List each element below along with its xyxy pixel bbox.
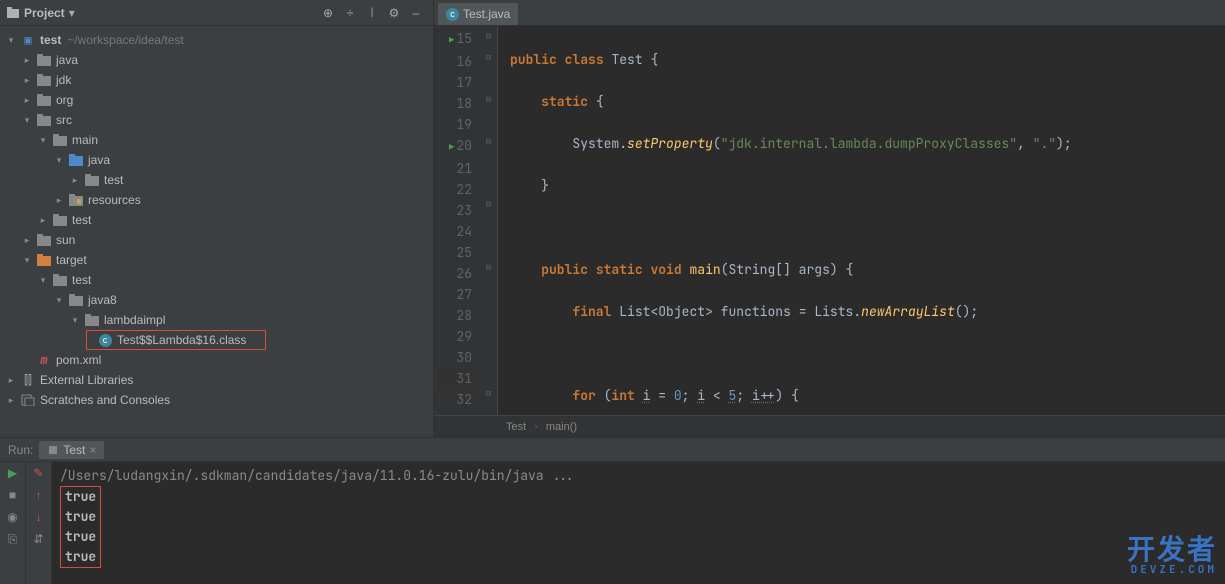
tree-item-test-dir[interactable]: ▸ test <box>0 210 433 230</box>
breadcrumb-method[interactable]: main() <box>546 421 577 433</box>
excluded-folder-icon <box>36 254 52 266</box>
hide-icon[interactable]: – <box>405 6 427 20</box>
project-dropdown-icon[interactable]: ▾ <box>69 6 75 20</box>
run-tools-left: ▶ ■ ◉ ⎘ <box>0 462 26 584</box>
project-tree[interactable]: ▾ ▣ test ~/workspace/idea/test ▸ java ▸ … <box>0 26 433 437</box>
folder-icon <box>68 294 84 306</box>
editor-tab-active[interactable]: c Test.java <box>438 3 518 25</box>
class-file-icon: c <box>97 334 113 347</box>
tree-root[interactable]: ▾ ▣ test ~/workspace/idea/test <box>0 30 433 50</box>
package-icon <box>84 174 100 186</box>
project-title: Project <box>24 6 65 20</box>
run-config-icon <box>47 444 59 456</box>
run-tab[interactable]: Test × <box>39 441 104 459</box>
rerun-icon[interactable]: ▶ <box>8 466 17 480</box>
expand-all-icon[interactable]: ÷ <box>339 6 361 20</box>
class-icon: c <box>446 8 459 21</box>
edit-icon[interactable]: ✎ <box>33 466 43 480</box>
folder-icon <box>84 314 100 326</box>
fold-gutter[interactable]: ⊟⊟ ⊟ ⊟ ⊟ ⊟ ⊟ <box>480 26 498 415</box>
tree-item-scratches[interactable]: ▸ Scratches and Consoles <box>0 390 433 410</box>
tree-item-lambdaimpl[interactable]: ▾ lambdaimpl <box>0 310 433 330</box>
folder-icon <box>36 54 52 66</box>
maven-icon: m <box>36 353 52 367</box>
tree-item-main[interactable]: ▾ main <box>0 130 433 150</box>
source-folder-icon <box>68 154 84 166</box>
run-tools-second: ✎ ↑ ↓ ⇵ <box>26 462 52 584</box>
tree-item-lambda-class[interactable]: c Test$$Lambda$16.class <box>86 330 266 350</box>
folder-icon <box>36 234 52 246</box>
run-tab-label: Test <box>63 443 85 457</box>
resources-folder-icon <box>68 194 84 206</box>
tree-item-src[interactable]: ▾ src <box>0 110 433 130</box>
console-command: /Users/ludangxin/.sdkman/candidates/java… <box>60 466 1217 486</box>
tree-item-sun[interactable]: ▸ sun <box>0 230 433 250</box>
module-icon: ▣ <box>20 33 36 47</box>
breadcrumb[interactable]: Test › main() <box>434 415 1225 437</box>
console-output[interactable]: /Users/ludangxin/.sdkman/candidates/java… <box>52 462 1225 584</box>
editor-area: c Test.java ▶1516171819▶2021222324252627… <box>434 0 1225 437</box>
run-header[interactable]: Run: Test × <box>0 438 1225 462</box>
folder-icon <box>36 74 52 86</box>
select-opened-file-icon[interactable]: ⊕ <box>317 6 339 20</box>
folder-icon <box>36 94 52 106</box>
softwrap-icon[interactable]: ⇵ <box>33 532 43 546</box>
run-label: Run: <box>8 443 33 457</box>
console-results-highlight: true true true true <box>60 486 101 568</box>
down-icon[interactable]: ↓ <box>36 510 42 524</box>
line-number-gutter[interactable]: ▶1516171819▶20212223242526272829303132 <box>434 26 480 415</box>
project-toolwindow-header[interactable]: Project ▾ ⊕ ÷ | ⚙ – <box>0 0 433 26</box>
watermark: 开发者 DEVZE.COM <box>1127 540 1217 580</box>
exit-icon[interactable]: ⎘ <box>8 532 18 547</box>
settings-icon[interactable]: ⚙ <box>383 6 405 20</box>
tree-item-java8[interactable]: ▾ java8 <box>0 290 433 310</box>
tree-item-pom[interactable]: m pom.xml <box>0 350 433 370</box>
tree-item-target[interactable]: ▾ target <box>0 250 433 270</box>
dump-icon[interactable]: ◉ <box>7 510 17 524</box>
folder-icon <box>52 274 68 286</box>
folder-icon <box>36 114 52 126</box>
tree-item-external-libraries[interactable]: ▸⫿⫿ External Libraries <box>0 370 433 390</box>
up-icon[interactable]: ↑ <box>36 488 42 502</box>
project-sidebar: Project ▾ ⊕ ÷ | ⚙ – ▾ ▣ test ~/workspace… <box>0 0 434 437</box>
tree-item-org[interactable]: ▸ org <box>0 90 433 110</box>
libraries-icon: ⫿⫿ <box>20 373 36 388</box>
stop-icon[interactable]: ■ <box>9 488 16 502</box>
folder-icon <box>52 134 68 146</box>
editor-tab-label: Test.java <box>463 7 510 21</box>
tree-item-jdk[interactable]: ▸ jdk <box>0 70 433 90</box>
folder-icon <box>52 214 68 226</box>
tree-item-resources[interactable]: ▸ resources <box>0 190 433 210</box>
tree-item-java[interactable]: ▸ java <box>0 50 433 70</box>
breadcrumb-class[interactable]: Test <box>506 421 526 433</box>
tree-item-target-test[interactable]: ▾ test <box>0 270 433 290</box>
close-icon[interactable]: × <box>89 443 96 457</box>
run-tool-window: Run: Test × ▶ ■ ◉ ⎘ ✎ ↑ ↓ ⇵ /Users/ludan… <box>0 437 1225 584</box>
scratches-icon <box>20 394 36 406</box>
code-editor[interactable]: public class Test { static { System.setP… <box>498 26 1072 415</box>
tree-item-test-pkg[interactable]: ▸ test <box>0 170 433 190</box>
project-icon <box>6 6 20 20</box>
tree-item-main-java[interactable]: ▾ java <box>0 150 433 170</box>
editor-tabs[interactable]: c Test.java <box>434 0 1225 26</box>
